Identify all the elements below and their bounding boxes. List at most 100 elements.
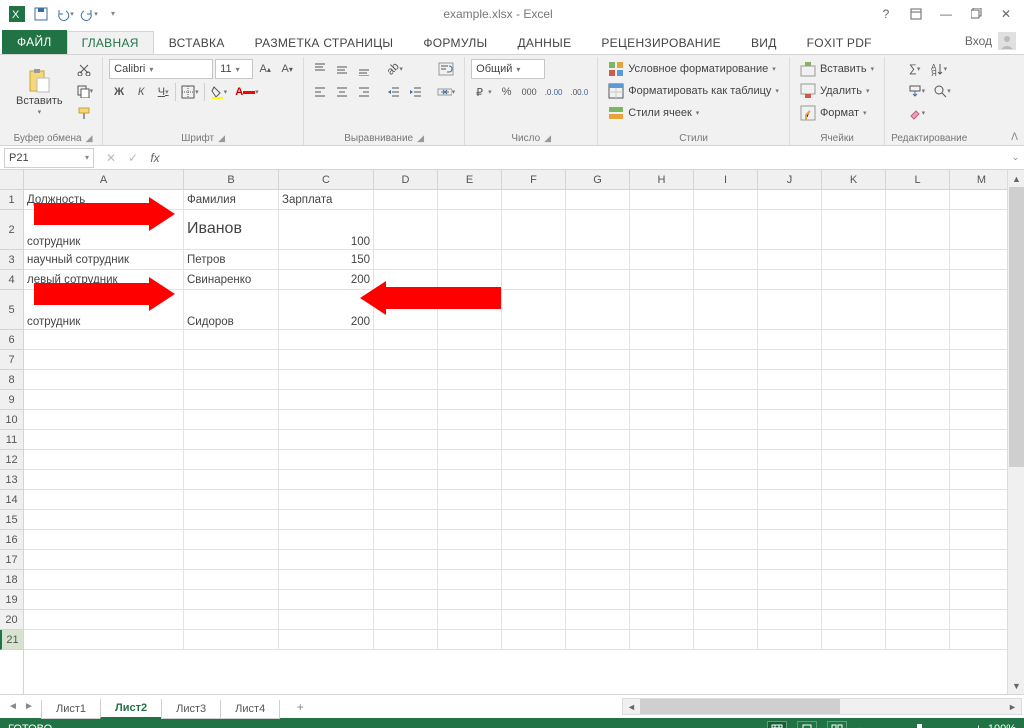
cell-C3[interactable]: 150 bbox=[279, 250, 374, 270]
cell-F3[interactable] bbox=[502, 250, 566, 270]
cell-I10[interactable] bbox=[694, 410, 758, 430]
italic-button[interactable]: К bbox=[131, 82, 151, 102]
cell-H1[interactable] bbox=[630, 190, 694, 210]
cell-E1[interactable] bbox=[438, 190, 502, 210]
cell-I7[interactable] bbox=[694, 350, 758, 370]
cell-E8[interactable] bbox=[438, 370, 502, 390]
vertical-scroll-thumb[interactable] bbox=[1009, 187, 1024, 467]
sheet-tab-Лист2[interactable]: Лист2 bbox=[100, 699, 162, 719]
zoom-in-button[interactable]: + bbox=[975, 723, 981, 728]
cell-G8[interactable] bbox=[566, 370, 630, 390]
collapse-ribbon-button[interactable]: ᐱ bbox=[1011, 132, 1018, 143]
row-header-2[interactable]: 2 bbox=[0, 210, 23, 250]
cell-A6[interactable] bbox=[24, 330, 184, 350]
cell-G3[interactable] bbox=[566, 250, 630, 270]
column-header-G[interactable]: G bbox=[566, 170, 630, 190]
cell-J3[interactable] bbox=[758, 250, 822, 270]
cell-B15[interactable] bbox=[184, 510, 279, 530]
fill-button[interactable]: ▾ bbox=[905, 81, 929, 101]
tab-foxit-pdf[interactable]: FOXIT PDF bbox=[792, 31, 887, 54]
cell-K4[interactable] bbox=[822, 270, 886, 290]
cell-L1[interactable] bbox=[886, 190, 950, 210]
cell-K13[interactable] bbox=[822, 470, 886, 490]
row-header-4[interactable]: 4 bbox=[0, 270, 23, 290]
cell-E10[interactable] bbox=[438, 410, 502, 430]
cell-I18[interactable] bbox=[694, 570, 758, 590]
row-header-17[interactable]: 17 bbox=[0, 550, 23, 570]
cell-D17[interactable] bbox=[374, 550, 438, 570]
zoom-out-button[interactable]: − bbox=[857, 723, 863, 728]
sheet-tab-Лист3[interactable]: Лист3 bbox=[161, 700, 221, 719]
cell-M12[interactable] bbox=[950, 450, 1014, 470]
cell-G10[interactable] bbox=[566, 410, 630, 430]
cell-J10[interactable] bbox=[758, 410, 822, 430]
restore-button[interactable] bbox=[962, 3, 990, 25]
cell-C1[interactable]: Зарплата bbox=[279, 190, 374, 210]
cell-L2[interactable] bbox=[886, 210, 950, 250]
row-header-14[interactable]: 14 bbox=[0, 490, 23, 510]
cell-L16[interactable] bbox=[886, 530, 950, 550]
cell-C12[interactable] bbox=[279, 450, 374, 470]
column-header-I[interactable]: I bbox=[694, 170, 758, 190]
cell-J15[interactable] bbox=[758, 510, 822, 530]
row-header-1[interactable]: 1 bbox=[0, 190, 23, 210]
cell-G1[interactable] bbox=[566, 190, 630, 210]
cell-I8[interactable] bbox=[694, 370, 758, 390]
column-header-J[interactable]: J bbox=[758, 170, 822, 190]
cell-M13[interactable] bbox=[950, 470, 1014, 490]
cell-I4[interactable] bbox=[694, 270, 758, 290]
cell-L7[interactable] bbox=[886, 350, 950, 370]
scroll-right-button[interactable]: ► bbox=[1004, 698, 1021, 715]
cell-B6[interactable] bbox=[184, 330, 279, 350]
cell-G15[interactable] bbox=[566, 510, 630, 530]
cell-J13[interactable] bbox=[758, 470, 822, 490]
cell-D4[interactable] bbox=[374, 270, 438, 290]
cell-D1[interactable] bbox=[374, 190, 438, 210]
cell-H8[interactable] bbox=[630, 370, 694, 390]
close-button[interactable]: ✕ bbox=[992, 3, 1020, 25]
sign-in[interactable]: Вход bbox=[957, 28, 1024, 54]
cell-E2[interactable] bbox=[438, 210, 502, 250]
cell-K10[interactable] bbox=[822, 410, 886, 430]
font-dialog-launcher[interactable]: ◢ bbox=[218, 133, 225, 144]
cell-F19[interactable] bbox=[502, 590, 566, 610]
cell-G11[interactable] bbox=[566, 430, 630, 450]
cell-B8[interactable] bbox=[184, 370, 279, 390]
cell-G7[interactable] bbox=[566, 350, 630, 370]
cell-H7[interactable] bbox=[630, 350, 694, 370]
cell-F8[interactable] bbox=[502, 370, 566, 390]
cell-E12[interactable] bbox=[438, 450, 502, 470]
cell-K14[interactable] bbox=[822, 490, 886, 510]
cell-H3[interactable] bbox=[630, 250, 694, 270]
cell-H15[interactable] bbox=[630, 510, 694, 530]
cell-B10[interactable] bbox=[184, 410, 279, 430]
cell-D11[interactable] bbox=[374, 430, 438, 450]
cell-H21[interactable] bbox=[630, 630, 694, 650]
cell-F15[interactable] bbox=[502, 510, 566, 530]
cell-D10[interactable] bbox=[374, 410, 438, 430]
cell-K2[interactable] bbox=[822, 210, 886, 250]
cell-F21[interactable] bbox=[502, 630, 566, 650]
cell-M19[interactable] bbox=[950, 590, 1014, 610]
cell-D14[interactable] bbox=[374, 490, 438, 510]
cell-G19[interactable] bbox=[566, 590, 630, 610]
cell-D2[interactable] bbox=[374, 210, 438, 250]
cell-I17[interactable] bbox=[694, 550, 758, 570]
cell-B9[interactable] bbox=[184, 390, 279, 410]
cell-F10[interactable] bbox=[502, 410, 566, 430]
cell-L20[interactable] bbox=[886, 610, 950, 630]
undo-button[interactable]: ▾ bbox=[54, 3, 76, 25]
cell-B20[interactable] bbox=[184, 610, 279, 630]
new-sheet-button[interactable]: + bbox=[288, 700, 312, 714]
cell-G13[interactable] bbox=[566, 470, 630, 490]
cell-K20[interactable] bbox=[822, 610, 886, 630]
horizontal-scroll-thumb[interactable] bbox=[640, 699, 840, 714]
cell-J21[interactable] bbox=[758, 630, 822, 650]
fill-color-button[interactable]: ▾ bbox=[207, 82, 231, 102]
cell-A11[interactable] bbox=[24, 430, 184, 450]
cell-B13[interactable] bbox=[184, 470, 279, 490]
sort-filter-button[interactable]: AЯ▾ bbox=[927, 59, 951, 79]
cell-A4[interactable]: левый сотрудник bbox=[24, 270, 184, 290]
find-select-button[interactable]: ▾ bbox=[930, 81, 954, 101]
name-box[interactable]: P21▾ bbox=[4, 148, 94, 168]
